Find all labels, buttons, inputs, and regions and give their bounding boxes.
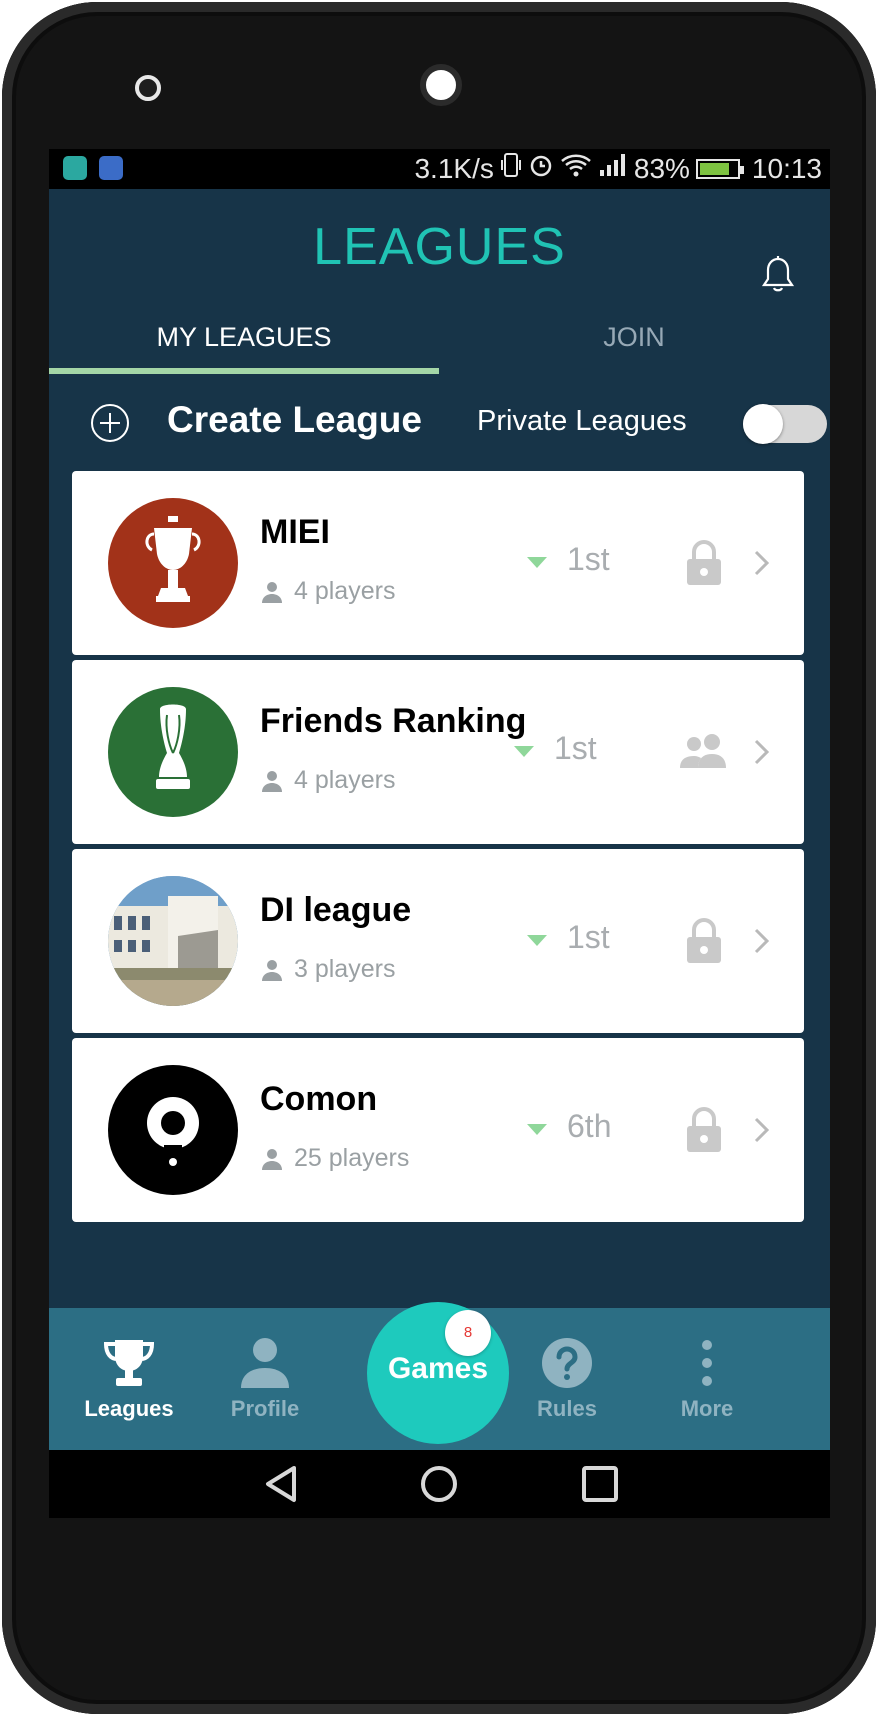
private-leagues-toggle[interactable] [743, 404, 827, 444]
league-name: MIEI [260, 513, 330, 551]
create-league-button[interactable]: Create League [167, 399, 422, 441]
league-rank: 1st [554, 730, 597, 766]
building-photo [108, 876, 238, 1006]
person-icon [262, 770, 282, 792]
signal-icon [598, 149, 628, 189]
league-card-di-league[interactable]: DI league 3 players 1st [72, 849, 804, 1033]
tab-bar: MY LEAGUES JOIN [49, 302, 830, 374]
app-screen: 3.1K/s 83% 10:13 LEAGUES MY LEAGUES JOIN… [49, 149, 830, 1518]
vibrate-icon [500, 149, 522, 189]
lock-icon [687, 1107, 721, 1152]
home-icon[interactable] [419, 1464, 459, 1504]
league-avatar-building-photo [108, 876, 238, 1006]
more-vertical-icon [702, 1340, 712, 1386]
group-icon [680, 734, 726, 768]
clock: 10:13 [751, 153, 822, 184]
chevron-right-icon [754, 928, 770, 954]
rank-down-arrow-icon [514, 746, 534, 757]
player-count: 4 players [294, 577, 396, 605]
league-avatar [108, 687, 238, 817]
player-count: 3 players [294, 955, 396, 983]
nav-profile-label: Profile [230, 1396, 300, 1421]
tab-join[interactable]: JOIN [439, 302, 829, 372]
rank-down-arrow-icon [527, 935, 547, 946]
page-title: LEAGUES [313, 218, 566, 276]
tab-indicator [49, 368, 439, 374]
league-players: 3 players [260, 955, 395, 984]
help-circle-icon [542, 1338, 592, 1388]
nav-leagues-label: Leagues [84, 1396, 174, 1421]
trophy-icon [103, 1340, 155, 1386]
league-name: Comon [260, 1080, 378, 1118]
nav-rules[interactable]: Rules [497, 1308, 637, 1450]
league-players: 4 players [260, 577, 395, 606]
wifi-notification-icon [99, 156, 123, 180]
league-card-miei[interactable]: MIEI 4 players 1st [72, 471, 804, 655]
chevron-right-icon [754, 739, 770, 765]
rank-down-arrow-icon [527, 1124, 547, 1135]
net-speed: 3.1K/s [414, 153, 494, 184]
person-icon [262, 1148, 282, 1170]
tab-my-leagues[interactable]: MY LEAGUES [49, 302, 439, 372]
chevron-right-icon [754, 550, 770, 576]
alarm-icon [528, 149, 554, 189]
league-players: 4 players [260, 766, 395, 795]
comon-logo-icon [147, 1097, 199, 1166]
person-icon [262, 581, 282, 603]
lock-icon [687, 918, 721, 963]
league-rank: 1st [567, 541, 610, 577]
league-card-friends-ranking[interactable]: Friends Ranking 4 players 1st [72, 660, 804, 844]
toggle-knob [743, 404, 783, 444]
league-avatar [108, 498, 238, 628]
battery-percent: 83% [633, 153, 690, 184]
player-count: 4 players [294, 766, 396, 794]
games-badge: 8 [445, 1310, 491, 1356]
league-name: Friends Ranking [260, 702, 527, 740]
person-icon [262, 959, 282, 981]
player-count: 25 players [294, 1144, 410, 1172]
wifi-icon [560, 149, 592, 189]
nav-leagues[interactable]: Leagues [59, 1308, 199, 1450]
notification-bell-icon[interactable] [760, 255, 796, 295]
trophy-cup-icon [145, 516, 201, 602]
front-camera [420, 64, 462, 106]
league-rank: 1st [567, 919, 610, 955]
battery-icon [695, 159, 744, 179]
world-cup-trophy-icon [156, 704, 190, 789]
nav-more[interactable]: More [637, 1308, 777, 1450]
league-rank: 6th [567, 1108, 612, 1144]
android-notification-icon [63, 156, 87, 180]
lock-icon [687, 540, 721, 585]
profile-icon [241, 1338, 289, 1388]
create-league-row: Create League Private Leagues [49, 389, 830, 461]
recents-icon[interactable] [580, 1464, 620, 1504]
chevron-right-icon [754, 1117, 770, 1143]
rank-down-arrow-icon [527, 557, 547, 568]
proximity-sensor [135, 75, 161, 101]
league-avatar [108, 1065, 238, 1195]
add-circle-icon[interactable] [91, 404, 129, 442]
status-bar: 3.1K/s 83% 10:13 [49, 149, 830, 189]
league-card-comon[interactable]: Comon 25 players 6th [72, 1038, 804, 1222]
system-navigation-bar [49, 1450, 830, 1518]
games-label: Games [387, 1352, 489, 1385]
games-button[interactable]: Games 8 [367, 1302, 509, 1444]
back-icon[interactable] [262, 1464, 302, 1504]
nav-rules-label: Rules [537, 1396, 597, 1421]
app-header: LEAGUES [49, 189, 830, 299]
league-players: 25 players [260, 1144, 409, 1173]
league-name: DI league [260, 891, 412, 929]
private-leagues-label: Private Leagues [477, 405, 687, 437]
nav-more-label: More [680, 1396, 734, 1421]
nav-profile[interactable]: Profile [195, 1308, 335, 1450]
